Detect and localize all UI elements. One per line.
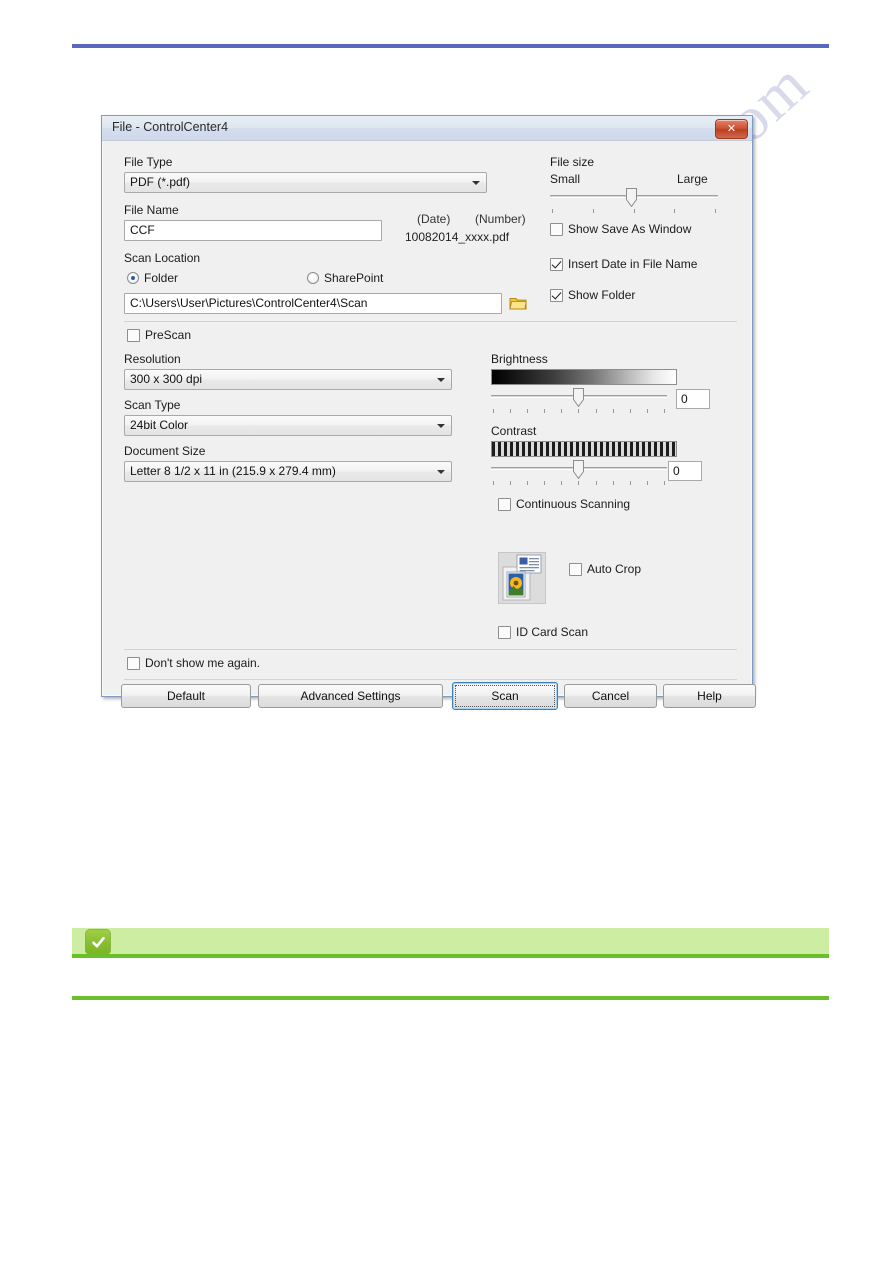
default-button-label: Default bbox=[166, 689, 206, 703]
checkbox-box-icon bbox=[550, 288, 563, 302]
chevron-down-icon bbox=[437, 378, 445, 382]
contrast-pattern-bar bbox=[491, 441, 677, 457]
radio-dot-icon bbox=[307, 272, 319, 284]
resolution-select[interactable]: 300 x 300 dpi bbox=[124, 369, 452, 390]
default-button[interactable]: Default bbox=[121, 684, 251, 708]
checkbox-label: Show Folder bbox=[568, 288, 636, 302]
file-size-max-label: Large bbox=[677, 172, 708, 186]
number-token-label: (Number) bbox=[475, 212, 526, 226]
scan-location-label: Scan Location bbox=[124, 251, 201, 265]
check-icon bbox=[85, 929, 111, 955]
resolution-label: Resolution bbox=[124, 352, 181, 366]
advanced-settings-button-label: Advanced Settings bbox=[300, 689, 401, 703]
brightness-label: Brightness bbox=[491, 352, 548, 366]
page-top-rule bbox=[72, 44, 829, 48]
file-size-slider-thumb[interactable] bbox=[626, 188, 637, 208]
help-button[interactable]: Help bbox=[663, 684, 756, 708]
scan-button[interactable]: Scan bbox=[452, 682, 558, 710]
checkbox-continuous-scanning[interactable]: Continuous Scanning bbox=[498, 497, 630, 511]
brightness-gradient-bar bbox=[491, 369, 677, 385]
file-size-label: File size bbox=[550, 155, 595, 169]
resolution-value: 300 x 300 dpi bbox=[130, 372, 203, 386]
checkbox-box-icon bbox=[127, 656, 140, 670]
file-size-min-label: Small bbox=[550, 172, 581, 186]
checkbox-box-icon bbox=[127, 328, 140, 342]
button-bar-separator bbox=[124, 679, 737, 680]
checkbox-auto-crop[interactable]: Auto Crop bbox=[569, 562, 641, 576]
radio-sharepoint-label: SharePoint bbox=[324, 271, 384, 285]
checkbox-label: Don't show me again. bbox=[145, 656, 261, 670]
chevron-down-icon bbox=[437, 470, 445, 474]
checkbox-box-icon bbox=[569, 562, 582, 576]
advanced-settings-button[interactable]: Advanced Settings bbox=[258, 684, 443, 708]
scan-path-input[interactable]: C:\Users\User\Pictures\ControlCenter4\Sc… bbox=[124, 293, 502, 314]
checkbox-show-save-as-window[interactable]: Show Save As Window bbox=[550, 222, 691, 236]
contrast-value-input[interactable]: 0 bbox=[668, 461, 702, 481]
file-name-label: File Name bbox=[124, 203, 179, 217]
checkbox-label: Insert Date in File Name bbox=[568, 257, 698, 271]
radio-folder-label: Folder bbox=[144, 271, 179, 285]
file-name-preview: 10082014_xxxx.pdf bbox=[405, 230, 510, 244]
file-name-input[interactable]: CCF bbox=[124, 220, 382, 241]
brightness-slider-thumb[interactable] bbox=[573, 388, 584, 408]
radio-sharepoint[interactable]: SharePoint bbox=[307, 271, 383, 285]
cancel-button-label: Cancel bbox=[591, 689, 630, 703]
checkbox-dont-show-again[interactable]: Don't show me again. bbox=[127, 656, 260, 670]
radio-folder[interactable]: Folder bbox=[127, 271, 178, 285]
chevron-down-icon bbox=[472, 181, 480, 185]
radio-dot-icon bbox=[127, 272, 139, 284]
contrast-slider-thumb[interactable] bbox=[573, 460, 584, 480]
scan-type-value: 24bit Color bbox=[130, 418, 189, 432]
footer-separator bbox=[124, 649, 737, 650]
file-type-label: File Type bbox=[124, 155, 173, 169]
tip-band bbox=[72, 928, 829, 954]
document-size-value: Letter 8 1/2 x 11 in (215.9 x 279.4 mm) bbox=[130, 464, 336, 478]
tip-band-underline bbox=[72, 954, 829, 958]
file-type-value: PDF (*.pdf) bbox=[130, 175, 191, 189]
contrast-slider-ticks bbox=[493, 481, 665, 485]
checkbox-box-icon bbox=[498, 497, 511, 511]
checkbox-box-icon bbox=[550, 222, 563, 236]
checkbox-label: ID Card Scan bbox=[516, 625, 589, 639]
document-size-label: Document Size bbox=[124, 444, 206, 458]
help-button-label: Help bbox=[697, 689, 722, 703]
checkbox-show-folder[interactable]: Show Folder bbox=[550, 288, 635, 302]
checkbox-box-icon bbox=[550, 257, 563, 271]
dialog-title: File - ControlCenter4 bbox=[112, 120, 229, 134]
chevron-down-icon bbox=[437, 424, 445, 428]
contrast-label: Contrast bbox=[491, 424, 537, 438]
page-bottom-rule bbox=[72, 996, 829, 1000]
focus-ring bbox=[455, 685, 555, 707]
checkbox-label: Continuous Scanning bbox=[516, 497, 631, 511]
section-separator bbox=[124, 321, 737, 322]
close-icon[interactable]: ✕ bbox=[715, 119, 748, 139]
checkbox-label: PreScan bbox=[145, 328, 192, 342]
document-size-select[interactable]: Letter 8 1/2 x 11 in (215.9 x 279.4 mm) bbox=[124, 461, 452, 482]
scan-preview-icon bbox=[498, 552, 546, 604]
date-token-label: (Date) bbox=[417, 212, 451, 226]
folder-icon[interactable] bbox=[508, 293, 528, 316]
dialog-body: File Type PDF (*.pdf) File Name CCF (Dat… bbox=[102, 141, 756, 710]
checkbox-prescan[interactable]: PreScan bbox=[127, 328, 191, 342]
checkbox-box-icon bbox=[498, 625, 511, 639]
controlcenter4-file-dialog: File - ControlCenter4 ✕ File Type PDF (*… bbox=[101, 115, 756, 710]
file-size-slider-ticks bbox=[552, 209, 716, 213]
checkbox-id-card-scan[interactable]: ID Card Scan bbox=[498, 625, 588, 639]
checkbox-label: Show Save As Window bbox=[568, 222, 692, 236]
checkbox-label: Auto Crop bbox=[587, 562, 642, 576]
checkbox-insert-date-in-file-name[interactable]: Insert Date in File Name bbox=[550, 257, 697, 271]
brightness-value-input[interactable]: 0 bbox=[676, 389, 710, 409]
cancel-button[interactable]: Cancel bbox=[564, 684, 657, 708]
scan-type-select[interactable]: 24bit Color bbox=[124, 415, 452, 436]
file-type-select[interactable]: PDF (*.pdf) bbox=[124, 172, 487, 193]
scan-type-label: Scan Type bbox=[124, 398, 181, 412]
brightness-slider-ticks bbox=[493, 409, 665, 413]
dialog-titlebar: File - ControlCenter4 ✕ bbox=[102, 116, 752, 141]
